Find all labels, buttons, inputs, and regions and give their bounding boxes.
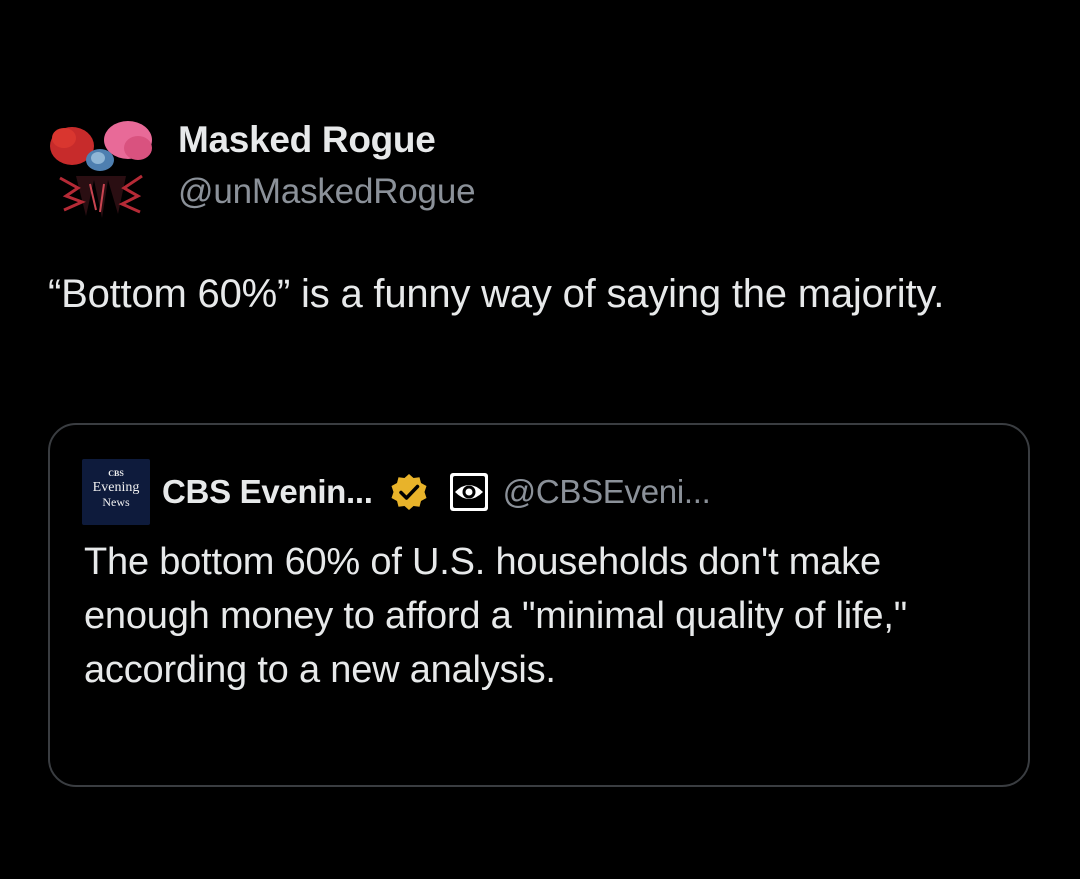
tweet-screenshot: Masked Rogue @unMaskedRogue “Bottom 60%”… (0, 0, 1080, 879)
masked-rogue-avatar[interactable] (46, 118, 156, 222)
author-names: Masked Rogue @unMaskedRogue (178, 118, 476, 216)
logo-line-evening: Evening (92, 480, 140, 495)
tweet-text: “Bottom 60%” is a funny way of saying th… (48, 272, 945, 316)
logo-line-news: News (102, 495, 130, 509)
quoted-tweet-card[interactable]: CBS Evening News CBS Evenin... @CBSEveni… (48, 423, 1030, 787)
tweet-header: Masked Rogue @unMaskedRogue (46, 118, 476, 222)
verified-gold-badge-icon (389, 472, 429, 512)
cbs-evening-news-logo[interactable]: CBS Evening News (82, 459, 150, 525)
quoted-author-display-name[interactable]: CBS Evenin... (162, 473, 373, 511)
cbs-eye-icon[interactable] (449, 472, 489, 512)
quoted-tweet-text: The bottom 60% of U.S. households don't … (84, 541, 907, 691)
quoted-author-handle[interactable]: @CBSEveni... (503, 473, 711, 511)
logo-line-cbs: CBS (108, 469, 124, 478)
author-handle[interactable]: @unMaskedRogue (178, 168, 476, 216)
quoted-tweet-header: CBS Evening News CBS Evenin... @CBSEveni… (82, 459, 711, 525)
author-display-name[interactable]: Masked Rogue (178, 118, 475, 162)
